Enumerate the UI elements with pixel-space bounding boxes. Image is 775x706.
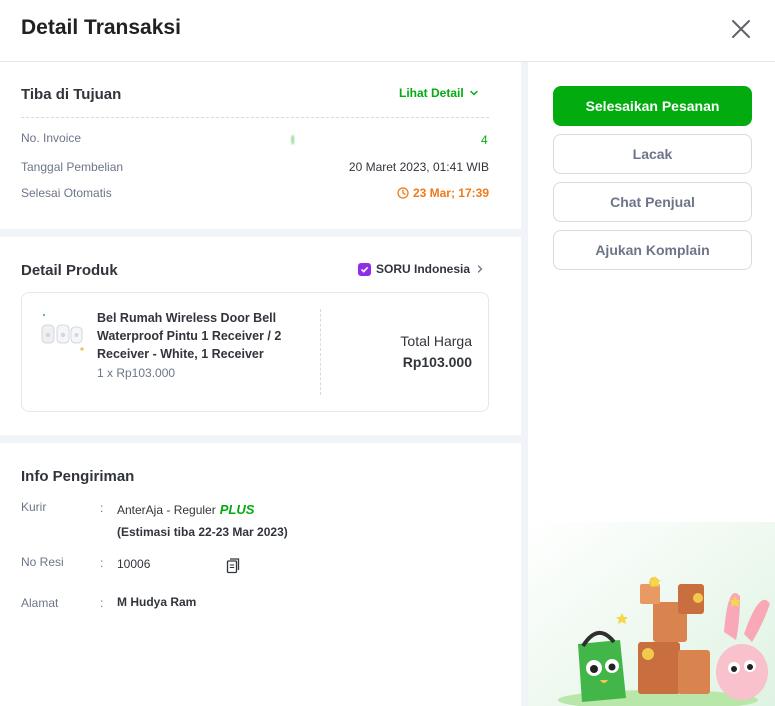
seller-name: SORU Indonesia [376,262,471,276]
total-price-label: Total Harga [400,333,472,349]
courier-label: Kurir [21,500,47,514]
file-complaint-button[interactable]: Ajukan Komplain [553,230,752,270]
finish-order-button[interactable]: Selesaikan Pesanan [553,86,752,126]
invoice-value-start[interactable]: I [291,133,294,147]
plus-badge: PLUS [219,502,255,517]
clock-icon [397,187,409,199]
lihat-detail-label: Lihat Detail [399,86,464,100]
panel-divider [521,62,528,706]
chevron-down-icon [469,90,478,96]
lihat-detail-link[interactable]: Lihat Detail [399,86,479,100]
auto-finish-value: 23 Mar; 17:39 [397,186,489,200]
section-separator [0,435,521,443]
close-icon[interactable] [728,16,754,42]
colon: : [100,596,104,610]
power-merchant-badge-icon [358,262,371,276]
courier-value: AnterAja - Reguler PLUS [117,502,254,517]
seller-link[interactable]: SORU Indonesia [358,262,485,276]
resi-value: 10006 [117,557,151,571]
delivery-estimate: (Estimasi tiba 22-23 Mar 2023) [117,525,288,539]
product-name[interactable]: Bel Rumah Wireless Door Bell Waterproof … [97,309,297,363]
invoice-label: No. Invoice [21,131,82,145]
courier-name: AnterAja - Reguler [117,502,216,517]
product-section-title: Detail Produk [21,262,118,279]
mascot-illustration [528,522,775,706]
resi-label: No Resi [21,555,64,569]
product-qty-price: 1 x Rp103.000 [97,366,176,380]
product-image [41,313,84,351]
page-title: Detail Transaksi [21,16,181,39]
auto-finish-label: Selesai Otomatis [21,186,112,200]
section-separator [0,229,521,237]
track-button[interactable]: Lacak [553,134,752,174]
purchase-date-label: Tanggal Pembelian [21,160,124,174]
actions-panel: Selesaikan Pesanan Lacak Chat Penjual Aj… [528,62,775,706]
address-name: M Hudya Ram [117,595,197,609]
divider [21,117,489,118]
total-price-value: Rp103.000 [402,354,472,370]
invoice-value-end[interactable]: 4 [481,133,488,147]
colon: : [100,556,104,570]
address-label: Alamat [21,596,59,610]
colon: : [100,501,104,515]
header-bar: Detail Transaksi [0,0,775,62]
divider [320,309,321,395]
purchase-date-value: 20 Maret 2023, 01:41 WIB [348,160,489,174]
status-title: Tiba di Tujuan [21,86,122,103]
shipping-section-title: Info Pengiriman [21,468,135,485]
copy-icon[interactable] [226,558,240,574]
chat-seller-button[interactable]: Chat Penjual [553,182,752,222]
auto-finish-time: 23 Mar; 17:39 [412,186,489,200]
chevron-right-icon [477,265,483,273]
product-card[interactable]: Bel Rumah Wireless Door Bell Waterproof … [21,292,489,412]
